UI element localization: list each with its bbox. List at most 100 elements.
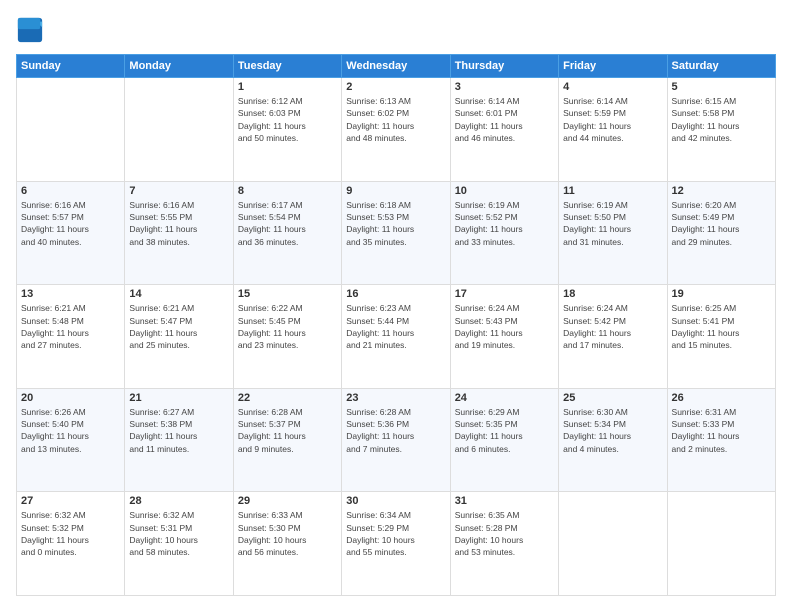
calendar-cell: 14 Sunrise: 6:21 AM Sunset: 5:47 PM Dayli… [125, 285, 233, 389]
calendar-cell: 4 Sunrise: 6:14 AM Sunset: 5:59 PM Daylig… [559, 78, 667, 182]
day-info: Sunrise: 6:30 AM Sunset: 5:34 PM Dayligh… [563, 406, 662, 455]
day-info: Sunrise: 6:14 AM Sunset: 5:59 PM Dayligh… [563, 95, 662, 144]
weekday-header: Monday [125, 55, 233, 78]
weekday-header: Sunday [17, 55, 125, 78]
weekday-header: Friday [559, 55, 667, 78]
calendar-cell [559, 492, 667, 596]
day-info: Sunrise: 6:18 AM Sunset: 5:53 PM Dayligh… [346, 199, 445, 248]
calendar-week-row: 13 Sunrise: 6:21 AM Sunset: 5:48 PM Dayli… [17, 285, 776, 389]
calendar-week-row: 20Sunrise: 6:26 AM Sunset: 5:40 PM Dayli… [17, 388, 776, 492]
calendar-cell: 18 Sunrise: 6:24 AM Sunset: 5:42 PM Dayli… [559, 285, 667, 389]
day-info: Sunrise: 6:32 AM Sunset: 5:32 PM Dayligh… [21, 509, 120, 558]
day-info: Sunrise: 6:27 AM Sunset: 5:38 PM Dayligh… [129, 406, 228, 455]
day-number: 18 [563, 288, 662, 300]
day-info: Sunrise: 6:23 AM Sunset: 5:44 PM Dayligh… [346, 302, 445, 351]
day-number: 14 [129, 288, 228, 300]
logo [16, 16, 48, 44]
day-info: Sunrise: 6:21 AM Sunset: 5:47 PM Dayligh… [129, 302, 228, 351]
day-info: Sunrise: 6:19 AM Sunset: 5:52 PM Dayligh… [455, 199, 554, 248]
calendar-week-row: 6Sunrise: 6:16 AM Sunset: 5:57 PM Daylig… [17, 181, 776, 285]
day-info: Sunrise: 6:19 AM Sunset: 5:50 PM Dayligh… [563, 199, 662, 248]
day-number: 25 [563, 392, 662, 404]
day-info: Sunrise: 6:17 AM Sunset: 5:54 PM Dayligh… [238, 199, 337, 248]
calendar-cell: 26 Sunrise: 6:31 AM Sunset: 5:33 PM Dayli… [667, 388, 775, 492]
weekday-header: Wednesday [342, 55, 450, 78]
day-number: 27 [21, 495, 120, 507]
weekday-header: Thursday [450, 55, 558, 78]
day-info: Sunrise: 6:15 AM Sunset: 5:58 PM Dayligh… [672, 95, 771, 144]
day-number: 10 [455, 185, 554, 197]
calendar-cell: 9 Sunrise: 6:18 AM Sunset: 5:53 PM Daylig… [342, 181, 450, 285]
calendar-cell: 21Sunrise: 6:27 AM Sunset: 5:38 PM Dayli… [125, 388, 233, 492]
day-info: Sunrise: 6:28 AM Sunset: 5:36 PM Dayligh… [346, 406, 445, 455]
page: SundayMondayTuesdayWednesdayThursdayFrid… [0, 0, 792, 612]
weekday-header: Saturday [667, 55, 775, 78]
calendar-cell: 25 Sunrise: 6:30 AM Sunset: 5:34 PM Dayli… [559, 388, 667, 492]
day-info: Sunrise: 6:16 AM Sunset: 5:55 PM Dayligh… [129, 199, 228, 248]
day-info: Sunrise: 6:25 AM Sunset: 5:41 PM Dayligh… [672, 302, 771, 351]
calendar-week-row: 1 Sunrise: 6:12 AM Sunset: 6:03 PM Daylig… [17, 78, 776, 182]
calendar-cell [17, 78, 125, 182]
day-info: Sunrise: 6:33 AM Sunset: 5:30 PM Dayligh… [238, 509, 337, 558]
day-number: 3 [455, 81, 554, 93]
day-number: 5 [672, 81, 771, 93]
calendar-cell: 19 Sunrise: 6:25 AM Sunset: 5:41 PM Dayli… [667, 285, 775, 389]
day-info: Sunrise: 6:32 AM Sunset: 5:31 PM Dayligh… [129, 509, 228, 558]
calendar-cell: 16 Sunrise: 6:23 AM Sunset: 5:44 PM Dayli… [342, 285, 450, 389]
day-info: Sunrise: 6:21 AM Sunset: 5:48 PM Dayligh… [21, 302, 120, 351]
day-number: 4 [563, 81, 662, 93]
calendar-cell: 29 Sunrise: 6:33 AM Sunset: 5:30 PM Dayli… [233, 492, 341, 596]
day-info: Sunrise: 6:34 AM Sunset: 5:29 PM Dayligh… [346, 509, 445, 558]
calendar-cell: 8 Sunrise: 6:17 AM Sunset: 5:54 PM Daylig… [233, 181, 341, 285]
logo-icon [16, 16, 44, 44]
day-number: 23 [346, 392, 445, 404]
day-info: Sunrise: 6:31 AM Sunset: 5:33 PM Dayligh… [672, 406, 771, 455]
calendar-cell: 10 Sunrise: 6:19 AM Sunset: 5:52 PM Dayli… [450, 181, 558, 285]
day-number: 15 [238, 288, 337, 300]
day-number: 13 [21, 288, 120, 300]
day-number: 7 [129, 185, 228, 197]
day-number: 9 [346, 185, 445, 197]
weekday-header: Tuesday [233, 55, 341, 78]
calendar-cell [125, 78, 233, 182]
day-number: 8 [238, 185, 337, 197]
day-number: 26 [672, 392, 771, 404]
calendar-cell: 5 Sunrise: 6:15 AM Sunset: 5:58 PM Daylig… [667, 78, 775, 182]
calendar-cell: 20Sunrise: 6:26 AM Sunset: 5:40 PM Dayli… [17, 388, 125, 492]
calendar-cell: 12Sunrise: 6:20 AM Sunset: 5:49 PM Dayli… [667, 181, 775, 285]
calendar-cell: 23 Sunrise: 6:28 AM Sunset: 5:36 PM Dayli… [342, 388, 450, 492]
weekday-header-row: SundayMondayTuesdayWednesdayThursdayFrid… [17, 55, 776, 78]
calendar-cell: 11 Sunrise: 6:19 AM Sunset: 5:50 PM Dayli… [559, 181, 667, 285]
day-info: Sunrise: 6:22 AM Sunset: 5:45 PM Dayligh… [238, 302, 337, 351]
day-number: 22 [238, 392, 337, 404]
day-number: 29 [238, 495, 337, 507]
day-info: Sunrise: 6:24 AM Sunset: 5:42 PM Dayligh… [563, 302, 662, 351]
day-info: Sunrise: 6:14 AM Sunset: 6:01 PM Dayligh… [455, 95, 554, 144]
day-number: 16 [346, 288, 445, 300]
day-number: 19 [672, 288, 771, 300]
header [16, 16, 776, 44]
calendar-cell: 30Sunrise: 6:34 AM Sunset: 5:29 PM Dayli… [342, 492, 450, 596]
day-number: 31 [455, 495, 554, 507]
day-number: 17 [455, 288, 554, 300]
calendar-cell: 13 Sunrise: 6:21 AM Sunset: 5:48 PM Dayli… [17, 285, 125, 389]
day-number: 1 [238, 81, 337, 93]
calendar-cell: 27 Sunrise: 6:32 AM Sunset: 5:32 PM Dayli… [17, 492, 125, 596]
calendar-cell: 28Sunrise: 6:32 AM Sunset: 5:31 PM Dayli… [125, 492, 233, 596]
calendar-cell: 15 Sunrise: 6:22 AM Sunset: 5:45 PM Dayli… [233, 285, 341, 389]
calendar-cell: 6Sunrise: 6:16 AM Sunset: 5:57 PM Daylig… [17, 181, 125, 285]
calendar-week-row: 27 Sunrise: 6:32 AM Sunset: 5:32 PM Dayli… [17, 492, 776, 596]
day-number: 6 [21, 185, 120, 197]
day-number: 11 [563, 185, 662, 197]
day-info: Sunrise: 6:24 AM Sunset: 5:43 PM Dayligh… [455, 302, 554, 351]
day-info: Sunrise: 6:13 AM Sunset: 6:02 PM Dayligh… [346, 95, 445, 144]
day-info: Sunrise: 6:26 AM Sunset: 5:40 PM Dayligh… [21, 406, 120, 455]
day-info: Sunrise: 6:28 AM Sunset: 5:37 PM Dayligh… [238, 406, 337, 455]
calendar-cell: 1 Sunrise: 6:12 AM Sunset: 6:03 PM Daylig… [233, 78, 341, 182]
calendar-cell: 2 Sunrise: 6:13 AM Sunset: 6:02 PM Daylig… [342, 78, 450, 182]
day-number: 24 [455, 392, 554, 404]
day-number: 12 [672, 185, 771, 197]
calendar-cell: 22 Sunrise: 6:28 AM Sunset: 5:37 PM Dayli… [233, 388, 341, 492]
day-number: 2 [346, 81, 445, 93]
day-info: Sunrise: 6:12 AM Sunset: 6:03 PM Dayligh… [238, 95, 337, 144]
